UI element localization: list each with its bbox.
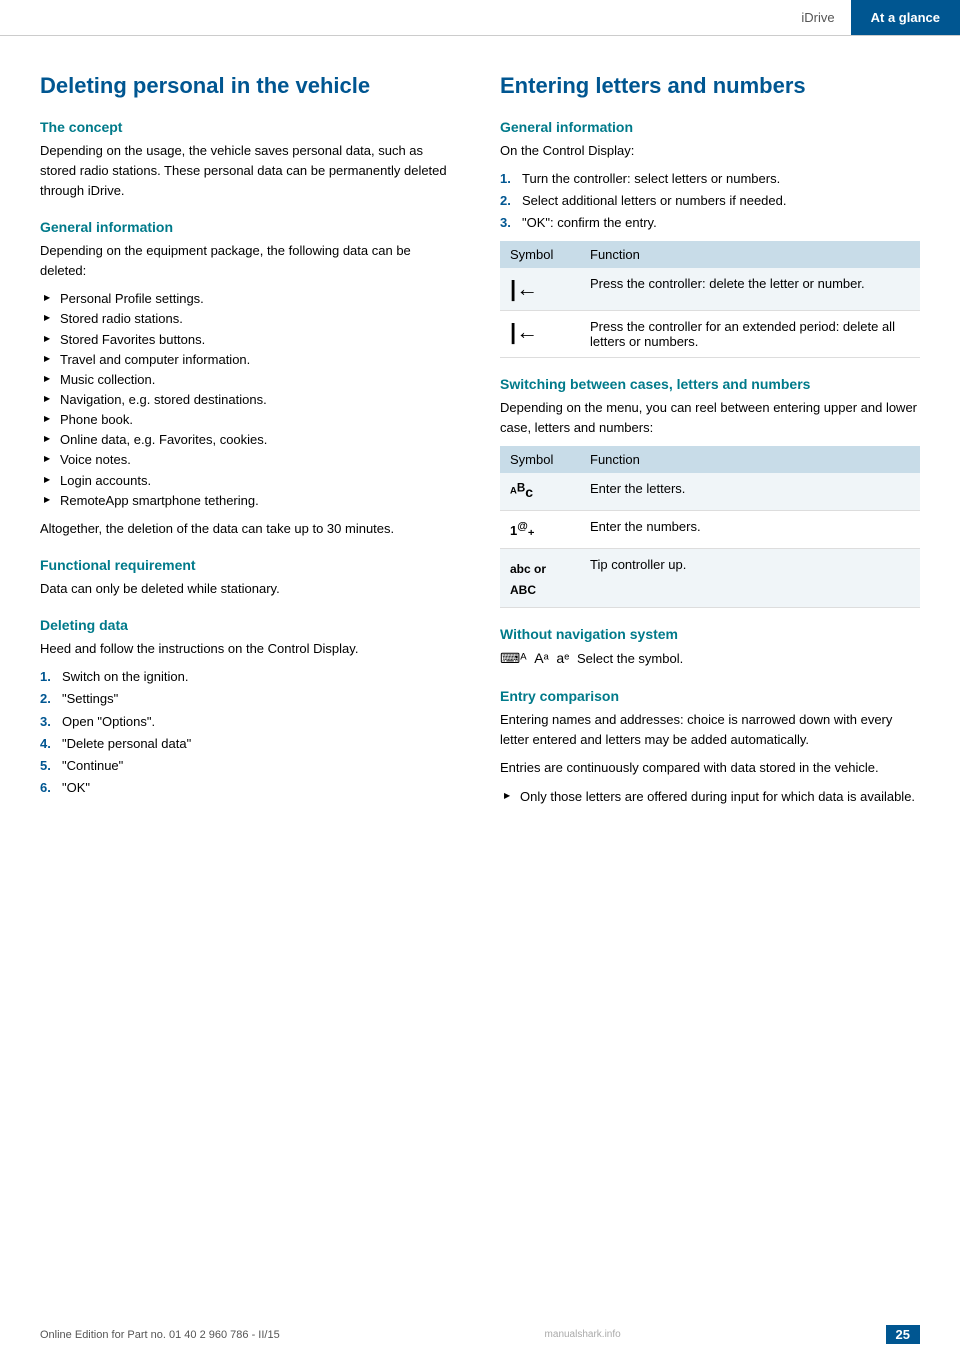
nav-sym-1: ⌨ᴬ <box>500 650 527 666</box>
entry-comparison-body1: Entering names and addresses: choice is … <box>500 710 920 750</box>
right-general-info-steps: 1.Turn the controller: select letters or… <box>500 169 920 233</box>
list-item: 2.Select additional letters or numbers i… <box>500 191 920 211</box>
without-nav-body: Select the symbol. <box>577 651 683 666</box>
footer-page-number: 25 <box>886 1325 920 1344</box>
list-item: Stored Favorites buttons. <box>40 330 460 350</box>
header-ataglance-label: At a glance <box>851 0 960 35</box>
left-main-title: Deleting personal in the vehicle <box>40 72 460 101</box>
entry-comparison-body2: Entries are continuously compared with d… <box>500 758 920 778</box>
table-cell-function: Press the controller: delete the letter … <box>580 268 920 311</box>
table-row: abc or ABC Tip controller up. <box>500 549 920 608</box>
right-column: Entering letters and numbers General inf… <box>500 72 920 815</box>
list-item: Personal Profile settings. <box>40 289 460 309</box>
table-col-function: Function <box>580 241 920 268</box>
functional-req-body: Data can only be deleted while stationar… <box>40 579 460 599</box>
table-col-symbol: Symbol <box>500 446 580 473</box>
concept-heading: The concept <box>40 119 460 135</box>
list-item: RemoteApp smartphone tethering. <box>40 491 460 511</box>
right-general-info-heading: General information <box>500 119 920 135</box>
list-item: 5."Continue" <box>40 756 460 776</box>
general-info-list: Personal Profile settings. Stored radio … <box>40 289 460 511</box>
functional-req-heading: Functional requirement <box>40 557 460 573</box>
table-row: |← Press the controller for an extended … <box>500 311 920 358</box>
list-item: Navigation, e.g. stored destinations. <box>40 390 460 410</box>
list-item: Voice notes. <box>40 450 460 470</box>
header-idrive-label: iDrive <box>785 0 850 35</box>
page-header: iDrive At a glance <box>0 0 960 36</box>
footer-site: manualshark.info <box>545 1329 621 1340</box>
list-item: 1.Turn the controller: select letters or… <box>500 169 920 189</box>
list-item: Travel and computer information. <box>40 350 460 370</box>
table-cell-symbol: 1@₊ <box>500 511 580 549</box>
nav-sym-3: aᵉ <box>556 650 569 666</box>
general-info-heading: General information <box>40 219 460 235</box>
table-col-function: Function <box>580 446 920 473</box>
list-item: Phone book. <box>40 410 460 430</box>
without-nav-symbols: ⌨ᴬ Aᵃ aᵉ Select the symbol. <box>500 648 920 670</box>
switching-heading: Switching between cases, letters and num… <box>500 376 920 392</box>
list-item: 1.Switch on the ignition. <box>40 667 460 687</box>
symbol-table-2: Symbol Function ᴬBc Enter the letters. 1… <box>500 446 920 608</box>
table-cell-function: Enter the numbers. <box>580 511 920 549</box>
list-item: 3.Open "Options". <box>40 712 460 732</box>
table-cell-function: Press the controller for an extended per… <box>580 311 920 358</box>
entry-comparison-list: Only those letters are offered during in… <box>500 787 920 807</box>
list-item: 4."Delete personal data" <box>40 734 460 754</box>
table-row: 1@₊ Enter the numbers. <box>500 511 920 549</box>
list-item: 6."OK" <box>40 778 460 798</box>
table-cell-symbol: ᴬBc <box>500 473 580 511</box>
list-item: 3."OK": confirm the entry. <box>500 213 920 233</box>
right-general-info-intro: On the Control Display: <box>500 141 920 161</box>
list-item: 2."Settings" <box>40 689 460 709</box>
entry-comparison-heading: Entry comparison <box>500 688 920 704</box>
table-cell-symbol: abc or ABC <box>500 549 580 608</box>
concept-body: Depending on the usage, the vehicle save… <box>40 141 460 201</box>
list-item: Online data, e.g. Favorites, cookies. <box>40 430 460 450</box>
table-cell-symbol: |← <box>500 311 580 358</box>
deleting-data-heading: Deleting data <box>40 617 460 633</box>
deleting-data-intro: Heed and follow the instructions on the … <box>40 639 460 659</box>
deleting-data-steps: 1.Switch on the ignition. 2."Settings" 3… <box>40 667 460 798</box>
table-row: |← Press the controller: delete the lett… <box>500 268 920 311</box>
symbol-table-1: Symbol Function |← Press the controller:… <box>500 241 920 358</box>
nav-sym-2: Aᵃ <box>534 650 549 666</box>
list-item: Stored radio stations. <box>40 309 460 329</box>
general-info-intro: Depending on the equipment package, the … <box>40 241 460 281</box>
left-column: Deleting personal in the vehicle The con… <box>40 72 460 815</box>
switching-body: Depending on the menu, you can reel betw… <box>500 398 920 438</box>
list-item: Only those letters are offered during in… <box>500 787 920 807</box>
list-item: Music collection. <box>40 370 460 390</box>
main-content: Deleting personal in the vehicle The con… <box>0 36 960 875</box>
table-row: ᴬBc Enter the letters. <box>500 473 920 511</box>
general-info-footer: Altogether, the deletion of the data can… <box>40 519 460 539</box>
right-main-title: Entering letters and numbers <box>500 72 920 101</box>
page-footer: Online Edition for Part no. 01 40 2 960 … <box>0 1325 960 1344</box>
table-col-symbol: Symbol <box>500 241 580 268</box>
table-cell-function: Tip controller up. <box>580 549 920 608</box>
footer-text: Online Edition for Part no. 01 40 2 960 … <box>40 1329 280 1341</box>
list-item: Login accounts. <box>40 471 460 491</box>
table-cell-function: Enter the letters. <box>580 473 920 511</box>
without-nav-heading: Without navigation system <box>500 626 920 642</box>
table-cell-symbol: |← <box>500 268 580 311</box>
